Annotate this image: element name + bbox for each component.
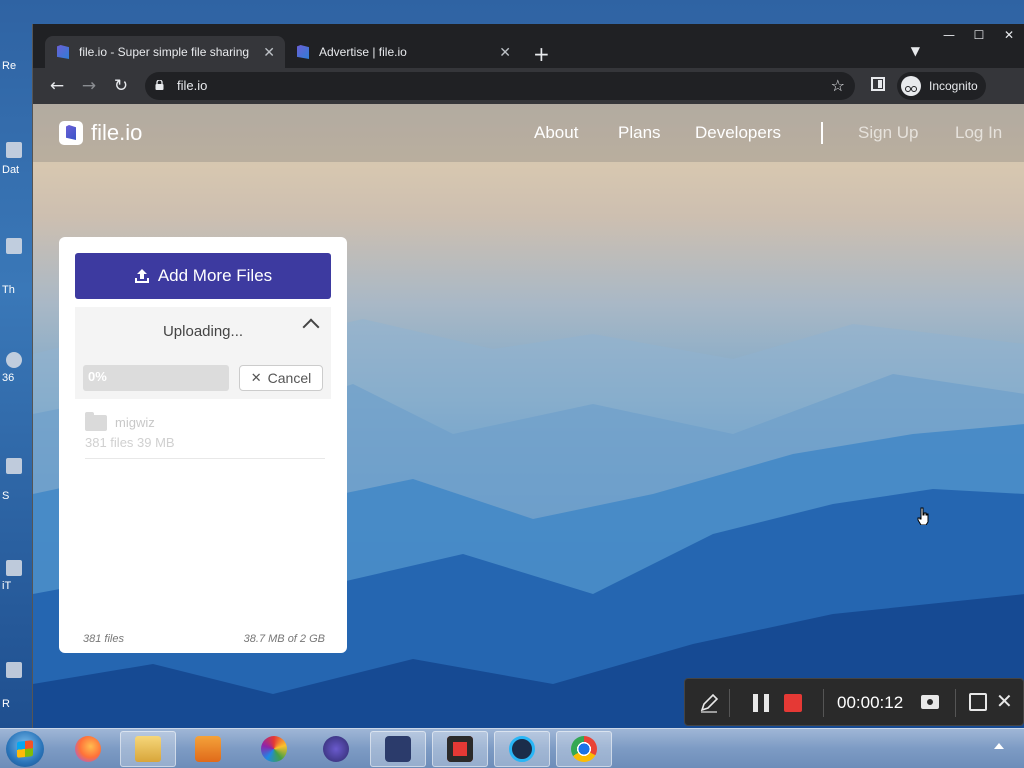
browser-toolbar: ← → ↻ file.io ☆ Incognito ⋮	[33, 68, 1024, 104]
cancel-label: Cancel	[267, 370, 312, 386]
file-name: migwiz	[115, 415, 155, 430]
logo-text: file.io	[91, 120, 143, 145]
screen-recorder-bar: 00:00:12 ✕	[684, 678, 1024, 726]
storage-usage: 38.7 MB of 2 GB	[243, 633, 325, 645]
nav-developers-link[interactable]: Developers	[695, 123, 781, 143]
taskbar	[0, 728, 1024, 768]
back-arrow-icon[interactable]: ←	[45, 74, 69, 98]
ccleaner-icon[interactable]	[494, 731, 550, 767]
close-tab-icon[interactable]: ✕	[263, 44, 275, 61]
close-tab-icon[interactable]: ✕	[499, 44, 511, 61]
progress-percent: 0%	[88, 369, 107, 384]
divider	[955, 689, 956, 717]
desktop-icon-label: Re	[2, 60, 17, 72]
page-viewport: file.io About Plans Developers Sign Up L…	[33, 104, 1024, 728]
desktop-icon-label: Th	[2, 284, 15, 296]
reload-icon[interactable]: ↻	[109, 74, 133, 98]
desktop-icon-label: Dat	[2, 164, 20, 176]
chrome-icon[interactable]	[556, 731, 612, 767]
desktop-icon-label: 36	[2, 372, 15, 384]
desktop-shortcut-icon[interactable]	[6, 352, 22, 368]
forward-arrow-icon[interactable]: →	[77, 74, 101, 98]
photos-icon[interactable]	[246, 731, 302, 767]
tab-search-chevron-icon[interactable]: ▼	[911, 44, 920, 58]
file-io-logo-icon	[59, 121, 83, 145]
incognito-label: Incognito	[929, 79, 978, 93]
file-count: 381 files	[83, 633, 124, 645]
desktop-shortcut-icon[interactable]	[6, 142, 22, 158]
nav-about-link[interactable]: About	[534, 123, 578, 143]
tab-title: file.io - Super simple file sharing	[79, 45, 250, 59]
desktop-shortcut-icon[interactable]	[6, 458, 22, 474]
address-bar[interactable]: file.io ☆	[145, 72, 855, 100]
incognito-icon	[901, 76, 921, 96]
pause-icon[interactable]	[753, 694, 769, 712]
lock-icon	[155, 80, 164, 90]
generic-app-icon[interactable]	[308, 731, 364, 767]
file-io-favicon-icon	[297, 45, 309, 59]
desktop-shortcut-icon[interactable]	[6, 662, 22, 678]
file-explorer-icon[interactable]	[120, 731, 176, 767]
upload-status-text: Uploading...	[162, 323, 244, 340]
tab-file-io[interactable]: file.io - Super simple file sharing ✕	[45, 36, 285, 68]
stop-record-icon[interactable]	[784, 694, 802, 712]
firefox-icon[interactable]	[60, 731, 116, 767]
tab-advertise[interactable]: Advertise | file.io ✕	[285, 36, 521, 68]
desktop-icon-label: iT	[2, 580, 12, 592]
tab-strip: file.io - Super simple file sharing ✕ Ad…	[33, 32, 1024, 68]
hand-cursor-icon	[917, 507, 929, 525]
upload-status-box: Uploading... 0% ✕ Cancel	[75, 307, 331, 399]
desktop-icon-label: S	[2, 490, 10, 502]
folder-icon	[85, 412, 107, 431]
screen-share-icon[interactable]	[370, 731, 426, 767]
desktop-shortcut-icon[interactable]	[6, 560, 22, 576]
pen-annotate-icon[interactable]	[699, 693, 719, 713]
add-more-files-button[interactable]: Add More Files	[75, 253, 331, 299]
minimize-recorder-icon[interactable]	[969, 693, 987, 711]
file-io-logo[interactable]: file.io	[59, 120, 142, 146]
url-text: file.io	[177, 78, 208, 93]
nav-login-link[interactable]: Log In	[955, 123, 1002, 143]
desktop-icon-label: R	[2, 698, 10, 710]
upload-panel: Add More Files Uploading... 0% ✕ Cancel …	[59, 237, 347, 653]
bookmark-star-icon[interactable]: ☆	[831, 76, 845, 95]
close-icon: ✕	[250, 370, 262, 385]
nav-plans-link[interactable]: Plans	[618, 123, 661, 143]
tab-title: Advertise | file.io	[319, 45, 407, 59]
divider	[823, 689, 824, 717]
file-io-favicon-icon	[57, 45, 69, 59]
site-navbar: file.io About Plans Developers Sign Up L…	[33, 104, 1024, 162]
upload-icon	[134, 269, 149, 283]
nav-divider	[821, 122, 823, 144]
incognito-indicator[interactable]: Incognito	[897, 72, 986, 100]
divider	[729, 689, 730, 717]
add-more-files-label: Add More Files	[157, 266, 273, 285]
windows-start-icon[interactable]	[6, 731, 44, 767]
new-tab-button[interactable]: +	[533, 42, 550, 66]
list-item: migwiz 381 files 39 MB	[85, 412, 325, 459]
file-meta: 381 files 39 MB	[85, 435, 175, 450]
recording-timer: 00:00:12	[837, 693, 904, 712]
close-recorder-icon[interactable]: ✕	[996, 689, 1013, 713]
desktop-shortcut-icon[interactable]	[6, 238, 22, 254]
tray-expand-icon[interactable]	[994, 743, 1004, 749]
nav-signup-link[interactable]: Sign Up	[858, 123, 918, 143]
cancel-upload-button[interactable]: ✕ Cancel	[239, 365, 323, 391]
upload-progress-bar: 0%	[83, 365, 229, 391]
more-menu-icon[interactable]: ⋮	[1019, 78, 1024, 94]
camera-snapshot-icon[interactable]	[921, 695, 939, 709]
side-panel-icon[interactable]	[871, 77, 885, 91]
screen-recorder-icon[interactable]	[432, 731, 488, 767]
media-player-icon[interactable]	[180, 731, 236, 767]
browser-window: — ☐ ✕ file.io - Super simple file sharin…	[32, 24, 1024, 728]
